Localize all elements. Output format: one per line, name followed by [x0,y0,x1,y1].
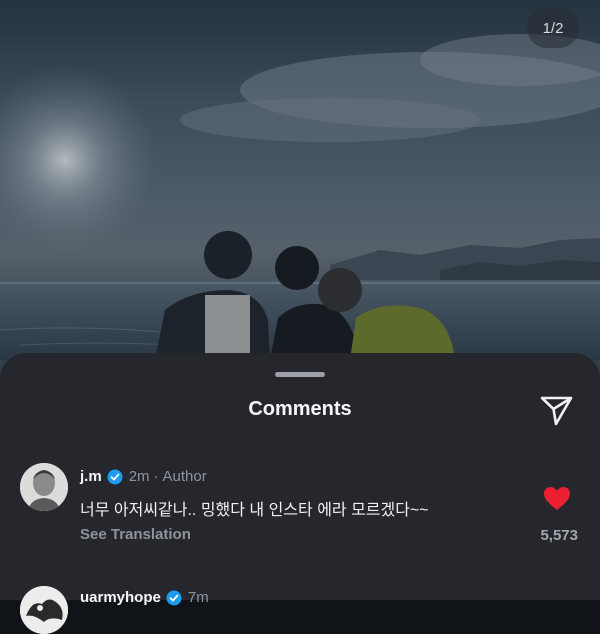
comment-time: 2m [128,468,150,485]
comment-text: 너무 아저씨같나.. 밍했다 내 인스타 에라 모르겠다~~ [80,502,429,519]
verified-badge-icon [166,590,182,605]
comment-meta: j.m 2m · Author [80,468,207,485]
heart-filled-icon [544,487,570,510]
author-tag: Author [162,468,207,485]
verified-badge-icon [107,469,123,484]
sheet-drag-handle[interactable] [275,372,325,377]
comment-dot: · [153,468,159,485]
like-count: 5,573 [540,527,578,544]
sheet-title: Comments [248,398,352,420]
avatar[interactable] [20,463,68,511]
comment-username[interactable]: j.m [80,468,102,485]
avatar-portrait [20,463,68,511]
share-button[interactable] [537,391,575,429]
paper-plane-icon [540,396,573,426]
see-translation-link[interactable]: See Translation [80,526,191,543]
comments-sheet: Comments j.m 2m · Author 너무 아저씨같나.. 밍했다 … [0,353,600,634]
like-button[interactable] [543,486,571,512]
avatar-illustration [20,586,68,634]
comment-meta: uarmyhope 7m [80,589,209,606]
photo-counter: 1/2 [527,8,579,48]
comment-username[interactable]: uarmyhope [80,589,161,606]
comment-time: 7m [187,589,209,606]
avatar[interactable] [20,586,68,634]
